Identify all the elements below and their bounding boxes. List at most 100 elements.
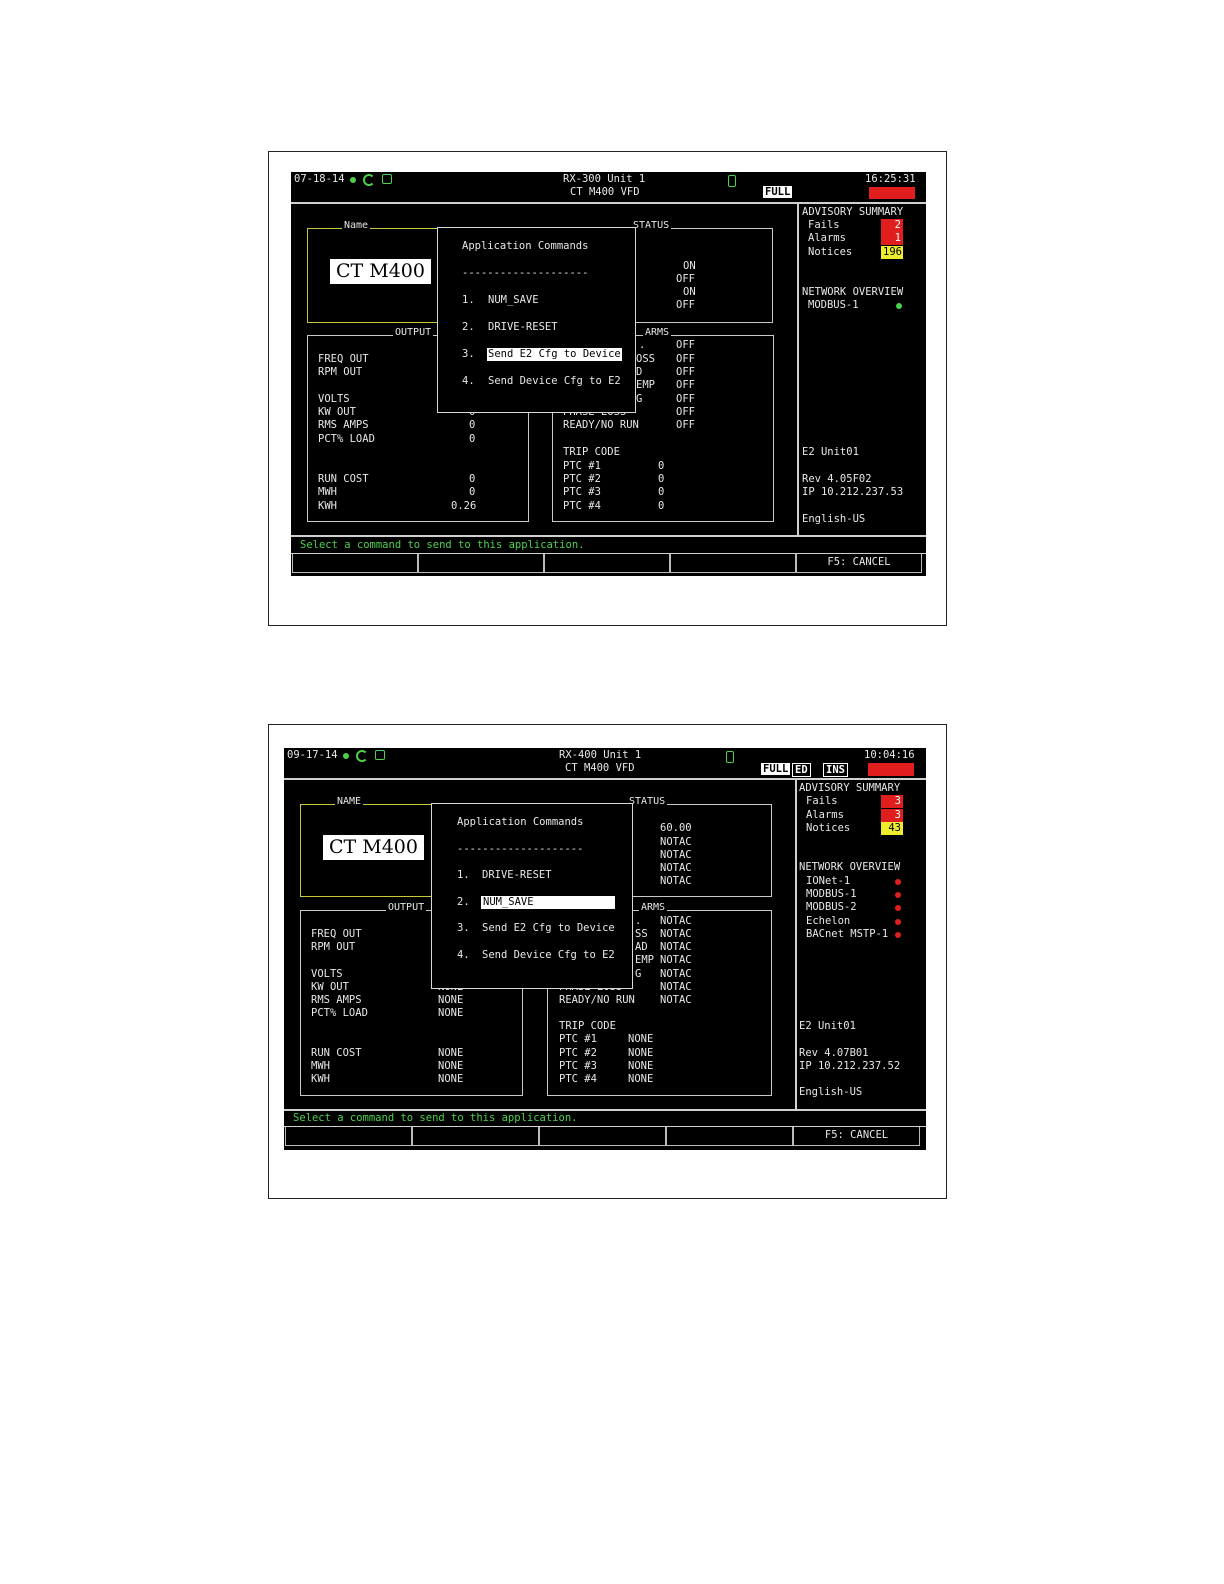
- menu-item-label[interactable]: DRIVE-RESET: [482, 869, 552, 882]
- menu-item-label[interactable]: NUM_SAVE: [488, 294, 539, 307]
- menu-item-number: 1.: [462, 294, 475, 306]
- fkey-f2[interactable]: [418, 554, 544, 573]
- menu-item-label[interactable]: Send E2 Cfg to Device: [482, 922, 615, 935]
- status-value: NOTAC: [660, 849, 692, 861]
- fails-count: 2: [881, 219, 903, 233]
- fkey-f1[interactable]: [292, 554, 418, 573]
- alarm-value: OFF: [676, 353, 695, 365]
- header-app: CT M400 VFD: [565, 762, 635, 774]
- output-label: RMS AMPS: [311, 994, 362, 1006]
- network-status-dot-icon: [896, 303, 902, 309]
- mode-full-badge: FULL: [763, 186, 793, 198]
- network-item[interactable]: MODBUS-1: [808, 299, 859, 312]
- alarm-value: OFF: [676, 419, 695, 431]
- network-overview-title[interactable]: NETWORK OVERVIEW: [799, 861, 900, 874]
- alarm-label-fragment: OSS: [636, 353, 655, 365]
- menu-item-number: 3.: [462, 348, 475, 360]
- name-panel-label: NAME: [335, 796, 364, 807]
- sidebar-divider: [797, 202, 799, 535]
- prompt-message: Select a command to send to this applica…: [293, 1112, 578, 1124]
- network-item[interactable]: IONet-1: [806, 875, 850, 888]
- menu-item-label[interactable]: Send E2 Cfg to Device: [487, 348, 622, 362]
- menu-item-label[interactable]: Send Device Cfg to E2: [482, 949, 615, 962]
- device-icon: [382, 174, 392, 184]
- fkey-f2[interactable]: [412, 1127, 539, 1146]
- header-unit: RX-300 Unit 1: [563, 173, 646, 185]
- network-status-dot-icon: [895, 932, 901, 938]
- header-app: CT M400 VFD: [570, 186, 640, 198]
- ptc-value: 0: [658, 500, 665, 512]
- alarm-label-fragment: G: [635, 968, 642, 980]
- advisory-summary-title[interactable]: ADVISORY SUMMARY: [799, 782, 900, 795]
- battery-icon: [726, 751, 734, 763]
- fkey-f1[interactable]: [285, 1127, 412, 1146]
- ptc-value: NONE: [628, 1073, 654, 1085]
- menu-item-number: 1.: [457, 869, 470, 881]
- status-panel-label: STATUS: [631, 220, 672, 231]
- ptc-label: PTC #3: [559, 1060, 597, 1072]
- network-item[interactable]: Echelon: [806, 915, 850, 928]
- fkey-f4[interactable]: [666, 1127, 793, 1146]
- status-value: ON: [683, 260, 696, 272]
- alarms-panel-label: ARMS: [639, 902, 668, 913]
- network-item[interactable]: MODBUS-2: [806, 901, 857, 914]
- ed-badge: ED: [792, 763, 811, 777]
- output-label: PCT% LOAD: [311, 1007, 368, 1019]
- ptc-value: NONE: [628, 1060, 654, 1072]
- ptc-label: PTC #3: [563, 486, 601, 498]
- menu-item-label[interactable]: DRIVE-RESET: [488, 321, 558, 334]
- output-label: KW OUT: [311, 981, 349, 993]
- output-panel-label: OUTPUT: [386, 902, 427, 913]
- alarm-value: OFF: [676, 393, 695, 405]
- output-label: RPM OUT: [311, 941, 356, 953]
- prompt-message: Select a command to send to this applica…: [300, 539, 585, 551]
- application-name: CT M400: [330, 259, 431, 284]
- ptc-value: NONE: [628, 1033, 654, 1045]
- e2-screen-1: 07-18-14 RX-300 Unit 1 CT M400 VFD FULL …: [291, 172, 926, 576]
- ptc-value: NONE: [628, 1047, 654, 1059]
- notices-label: Notices: [806, 822, 851, 834]
- menu-item-label[interactable]: NUM_SAVE: [481, 896, 615, 910]
- advisory-summary-title[interactable]: ADVISORY SUMMARY: [802, 206, 903, 219]
- refresh-icon: [363, 174, 375, 186]
- alarm-indicator[interactable]: [868, 763, 914, 776]
- output-label: RMS AMPS: [318, 419, 369, 431]
- application-commands-menu: Application Commands -------------------…: [431, 803, 633, 989]
- ptc-label: PTC #1: [563, 460, 601, 472]
- sidebar-divider: [795, 778, 797, 1109]
- controller-revision: Rev 4.05F02: [802, 473, 872, 485]
- device-icon: [375, 750, 385, 760]
- network-overview-title[interactable]: NETWORK OVERVIEW: [802, 286, 903, 299]
- alarm-value: OFF: [676, 406, 695, 418]
- output-label: VOLTS: [311, 968, 343, 980]
- fkey-f4[interactable]: [670, 554, 796, 573]
- output-label: RUN COST: [311, 1047, 362, 1059]
- alarm-value: NOTAC: [660, 915, 692, 927]
- notices-count: 196: [881, 246, 903, 260]
- menu-item-label[interactable]: Send Device Cfg to E2: [488, 375, 621, 388]
- controller-name: E2 Unit01: [802, 446, 859, 458]
- network-item[interactable]: MODBUS-1: [806, 888, 857, 901]
- output-value: NONE: [438, 1007, 464, 1019]
- network-item[interactable]: BACnet MSTP-1: [806, 928, 888, 941]
- trip-code-label: TRIP CODE: [563, 446, 620, 458]
- alarm-indicator[interactable]: [869, 187, 915, 199]
- alarm-value: NOTAC: [660, 941, 692, 953]
- alarms-label: Alarms: [808, 232, 846, 244]
- fkey-f3[interactable]: [539, 1127, 666, 1146]
- application-name: CT M400: [323, 835, 424, 860]
- status-value: OFF: [676, 299, 695, 311]
- header-date: 07-18-14: [294, 173, 345, 185]
- output-value: NONE: [438, 1047, 464, 1059]
- fkey-f3[interactable]: [544, 554, 670, 573]
- menu-divider: --------------------: [462, 267, 589, 279]
- alarms-panel-label: ARMS: [643, 327, 672, 338]
- cancel-button[interactable]: F5: CANCEL: [793, 1127, 920, 1146]
- output-label: FREQ OUT: [318, 353, 369, 365]
- alarm-label-fragment: .: [635, 915, 642, 927]
- controller-language: English-US: [802, 513, 866, 525]
- alarm-label-fragment: D: [636, 366, 643, 378]
- ready-label: READY/NO RUN: [563, 419, 639, 431]
- alarm-value: OFF: [676, 366, 695, 378]
- cancel-button[interactable]: F5: CANCEL: [796, 554, 922, 573]
